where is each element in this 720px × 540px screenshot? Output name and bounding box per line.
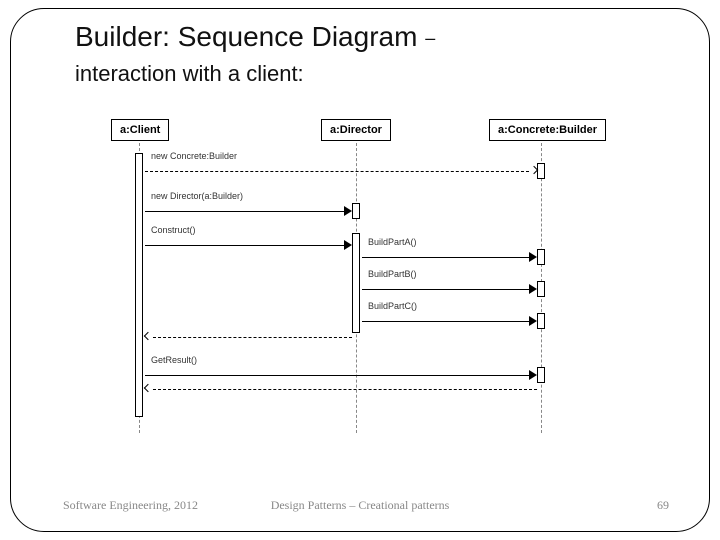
sequence-diagram: a:Client a:Director a:Concrete:Builder n… — [111, 119, 631, 439]
activation-director-2 — [352, 233, 360, 333]
msg-line — [145, 171, 529, 172]
msg-line — [145, 211, 344, 212]
msg-build-a: BuildPartA() — [362, 251, 537, 265]
msg-get-result: GetResult() — [145, 369, 537, 383]
activation-builder-4 — [537, 367, 545, 383]
msg-new-builder: new Concrete:Builder — [145, 165, 537, 179]
msg-return-result — [145, 383, 537, 397]
msg-build-a-label: BuildPartA() — [368, 237, 417, 247]
activation-builder-0 — [537, 163, 545, 179]
activation-builder-1 — [537, 249, 545, 265]
arrow-icon — [529, 370, 537, 380]
lifeline-director-head: a:Director — [321, 119, 391, 141]
msg-build-c-label: BuildPartC() — [368, 301, 417, 311]
msg-line — [362, 321, 529, 322]
arrow-icon — [529, 316, 537, 326]
msg-line — [145, 245, 344, 246]
msg-new-director-label: new Director(a:Builder) — [151, 191, 243, 201]
lifeline-client-head: a:Client — [111, 119, 169, 141]
msg-line — [362, 257, 529, 258]
msg-new-builder-label: new Concrete:Builder — [151, 151, 237, 161]
title-text: Builder: Sequence Diagram — [75, 21, 417, 52]
slide-subtitle: interaction with a client: — [75, 61, 304, 87]
footer-center: Design Patterns – Creational patterns — [11, 498, 709, 513]
msg-construct: Construct() — [145, 239, 352, 253]
msg-line — [153, 337, 352, 338]
msg-build-b: BuildPartB() — [362, 283, 537, 297]
arrow-icon — [144, 384, 152, 392]
msg-line — [362, 289, 529, 290]
arrow-icon — [144, 332, 152, 340]
msg-get-result-label: GetResult() — [151, 355, 197, 365]
msg-line — [145, 375, 529, 376]
msg-return-construct — [145, 331, 352, 345]
activation-client — [135, 153, 143, 417]
msg-new-director: new Director(a:Builder) — [145, 205, 352, 219]
activation-builder-2 — [537, 281, 545, 297]
arrow-icon — [344, 206, 352, 216]
lifeline-builder-head: a:Concrete:Builder — [489, 119, 606, 141]
msg-build-b-label: BuildPartB() — [368, 269, 417, 279]
msg-line — [153, 389, 537, 390]
msg-build-c: BuildPartC() — [362, 315, 537, 329]
title-dash: – — [425, 28, 435, 48]
arrow-icon — [344, 240, 352, 250]
arrow-icon — [529, 284, 537, 294]
footer-page-number: 69 — [657, 498, 669, 513]
activation-builder-3 — [537, 313, 545, 329]
arrow-icon — [529, 252, 537, 262]
activation-director-1 — [352, 203, 360, 219]
arrow-icon — [530, 166, 538, 174]
slide-title: Builder: Sequence Diagram – — [75, 21, 435, 53]
slide-frame: Builder: Sequence Diagram – interaction … — [10, 8, 710, 532]
msg-construct-label: Construct() — [151, 225, 196, 235]
